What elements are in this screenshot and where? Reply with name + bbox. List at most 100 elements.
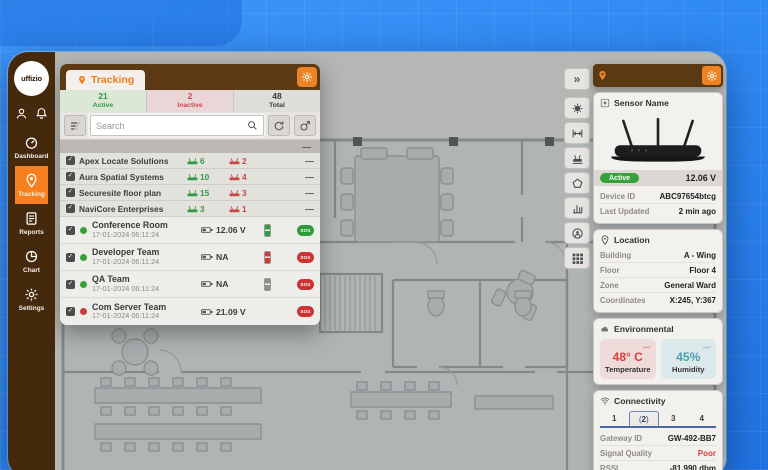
- gateway-tabs: 1 2 3 4: [600, 411, 716, 428]
- last-updated-value: 2 min ago: [679, 207, 716, 216]
- environmental-title: Environmental: [614, 324, 674, 334]
- user-icon[interactable]: [15, 107, 28, 120]
- stat-active[interactable]: 21 Active: [60, 90, 147, 112]
- gateway-id-label: Gateway ID: [600, 434, 642, 443]
- sidebar-item-chart[interactable]: Chart: [15, 242, 49, 280]
- team-row[interactable]: Conference Room 17-01-2024 06:11:24 12.0…: [60, 217, 320, 244]
- device-id-value: ABC97654btcg: [660, 192, 716, 201]
- location-value: A - Wing: [684, 251, 716, 260]
- heatmap-tool-button[interactable]: [564, 97, 590, 119]
- sidebar-item-tracking[interactable]: Tracking: [15, 166, 49, 204]
- signal-quality-row: Signal Quality Poor: [600, 445, 716, 460]
- group-name: Aura Spatial Systems: [79, 172, 183, 182]
- last-updated-row: Last Updated 2 min ago: [600, 203, 716, 218]
- group-inactive-count: 4: [242, 172, 247, 182]
- stat-total[interactable]: 48 Total: [234, 90, 320, 112]
- analytics-icon: [571, 202, 584, 215]
- sidebar-item-dashboard[interactable]: Dashboard: [15, 128, 49, 166]
- filter-icon: [69, 120, 81, 132]
- team-checkbox[interactable]: [66, 226, 75, 235]
- app-logo[interactable]: uffizio: [14, 61, 49, 96]
- tracking-settings-button[interactable]: [297, 67, 317, 87]
- gateway-tab-1[interactable]: 1: [600, 411, 629, 426]
- heat-waves-icon: [642, 342, 652, 350]
- details-settings-button[interactable]: [702, 66, 721, 85]
- team-timestamp: 17-01-2024 06:11:24: [92, 231, 196, 240]
- sensor-name: Sensor Name: [614, 98, 669, 108]
- location-row: Zone General Ward: [600, 277, 716, 292]
- team-timestamp: 17-01-2024 06:11:24: [92, 312, 196, 321]
- sidebar: uffizio Dashboard Tracking Reports Chart: [8, 52, 55, 470]
- sos-badge[interactable]: SOS: [297, 225, 314, 236]
- sos-badge[interactable]: SOS: [297, 252, 314, 263]
- stat-total-value: 48: [272, 92, 281, 102]
- group-checkbox[interactable]: [66, 204, 75, 213]
- group-collapse[interactable]: —: [305, 172, 314, 182]
- tab-tracking[interactable]: Tracking: [66, 70, 145, 90]
- team-row[interactable]: QA Team 17-01-2024 06:11:24 NA SOS: [60, 271, 320, 298]
- team-timestamp: 17-01-2024 06:11:24: [92, 258, 196, 267]
- location-label: Floor: [600, 266, 620, 275]
- group-collapse[interactable]: —: [305, 188, 314, 198]
- sidebar-item-label: Reports: [19, 229, 44, 236]
- heatmap-icon: [571, 102, 584, 115]
- group-row[interactable]: Securesite floor plan 15 3 —: [60, 185, 320, 201]
- measure-tool-button[interactable]: [564, 122, 590, 144]
- sidebar-quick-icons: [15, 107, 48, 120]
- refresh-icon: [273, 120, 285, 132]
- tracking-pin-icon: [24, 173, 39, 188]
- humidity-tile: 45% Humidity: [661, 339, 717, 379]
- sidebar-item-label: Dashboard: [15, 153, 49, 160]
- sos-badge[interactable]: SOS: [297, 306, 314, 317]
- sos-badge[interactable]: SOS: [297, 279, 314, 290]
- group-checkbox[interactable]: [66, 156, 75, 165]
- router-active-icon: [187, 157, 198, 165]
- team-voltage: 12.06 V: [216, 225, 246, 235]
- filter-button[interactable]: [64, 115, 86, 136]
- gateway-tab-4[interactable]: 4: [688, 411, 717, 426]
- battery-icon: [201, 226, 213, 234]
- group-checkbox[interactable]: [66, 172, 75, 181]
- geofence-tool-button[interactable]: [564, 172, 590, 194]
- grid-view-button[interactable]: [564, 247, 590, 269]
- sos-label: SOS: [300, 228, 310, 233]
- team-row[interactable]: Developer Team 17-01-2024 06:11:24 NA SO…: [60, 244, 320, 271]
- group-collapse-band[interactable]: —: [60, 140, 320, 153]
- group-inactive-count: 3: [242, 188, 247, 198]
- team-checkbox[interactable]: [66, 253, 75, 262]
- app-window: uffizio Dashboard Tracking Reports Chart: [8, 52, 726, 470]
- map-area: Tracking 21 Active 2 Inactive 48 Total: [55, 52, 726, 470]
- location-label: Coordinates: [600, 296, 646, 305]
- router-active-icon: [187, 205, 198, 213]
- tracking-panel: Tracking 21 Active 2 Inactive 48 Total: [60, 64, 320, 325]
- people-tracking-button[interactable]: [564, 222, 590, 244]
- beacon-tool-button[interactable]: [564, 147, 590, 169]
- team-row[interactable]: Com Server Team 17-01-2024 06:11:24 21.0…: [60, 298, 320, 325]
- team-checkbox[interactable]: [66, 280, 75, 289]
- group-collapse[interactable]: —: [305, 204, 314, 214]
- bell-icon[interactable]: [35, 107, 48, 120]
- group-row[interactable]: Aura Spatial Systems 10 4 —: [60, 169, 320, 185]
- collapse-panel-button[interactable]: [564, 68, 590, 90]
- refresh-button[interactable]: [268, 115, 290, 136]
- team-checkbox[interactable]: [66, 307, 75, 316]
- collapse-dash: —: [302, 142, 311, 152]
- details-header: [593, 64, 723, 87]
- group-row[interactable]: Apex Locate Solutions 6 2 —: [60, 153, 320, 169]
- router-inactive-icon: [229, 189, 240, 197]
- sidebar-item-settings[interactable]: Settings: [15, 280, 49, 318]
- tab-tracking-label: Tracking: [91, 74, 134, 86]
- gateway-tab-2[interactable]: 2: [629, 411, 660, 426]
- stat-inactive[interactable]: 2 Inactive: [147, 90, 234, 112]
- gateway-tab-3[interactable]: 3: [659, 411, 688, 426]
- search-icon[interactable]: [247, 120, 258, 131]
- locate-button[interactable]: [294, 115, 316, 136]
- analytics-tool-button[interactable]: [564, 197, 590, 219]
- group-checkbox[interactable]: [66, 188, 75, 197]
- search-input[interactable]: [96, 121, 247, 131]
- group-row[interactable]: NaviCore Enterprises 3 1 —: [60, 201, 320, 217]
- group-collapse[interactable]: —: [305, 156, 314, 166]
- grid-icon: [571, 252, 584, 265]
- sidebar-nav: Dashboard Tracking Reports Chart Setting…: [15, 128, 49, 318]
- sidebar-item-reports[interactable]: Reports: [15, 204, 49, 242]
